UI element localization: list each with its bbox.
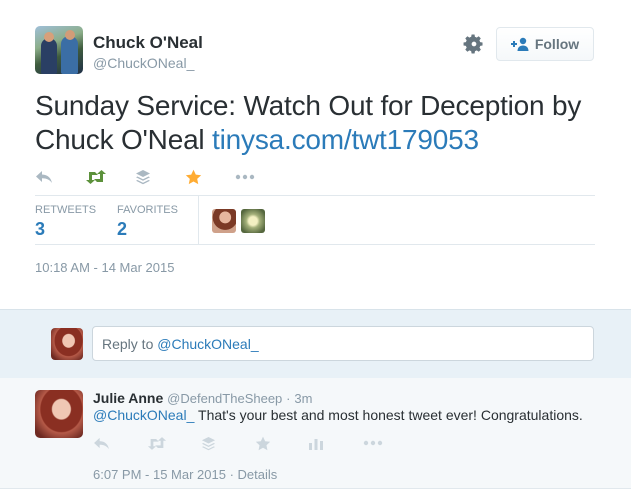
favorites-count: 2 bbox=[117, 219, 128, 239]
retweets-count: 3 bbox=[35, 219, 46, 239]
favorite-star-icon bbox=[255, 436, 271, 450]
reply-body: That's your best and most honest tweet e… bbox=[194, 407, 583, 423]
author-fullname[interactable]: Chuck O'Neal bbox=[93, 33, 203, 53]
author-username[interactable]: @ChuckONeal_ bbox=[93, 55, 194, 71]
reply-icon bbox=[94, 437, 109, 449]
reply-text: @ChuckONeal_ That's your best and most h… bbox=[93, 407, 583, 423]
favoriter-avatar[interactable] bbox=[241, 209, 265, 233]
reply-box: Reply to @ChuckONeal_ bbox=[0, 309, 631, 379]
follow-label: Follow bbox=[534, 36, 580, 52]
favorite-action[interactable] bbox=[185, 166, 235, 188]
favorites-stat[interactable]: FAVORITES 2 bbox=[117, 204, 178, 240]
more-icon bbox=[363, 440, 383, 446]
favorite-star-icon bbox=[185, 169, 202, 185]
reply-author-username[interactable]: @DefendTheSheep bbox=[167, 391, 282, 406]
author-avatar[interactable] bbox=[35, 26, 83, 74]
tweet-actions bbox=[35, 166, 285, 188]
reply-time[interactable]: 3m bbox=[294, 391, 312, 406]
reply-stats-action[interactable] bbox=[309, 433, 363, 453]
reply-author-name[interactable]: Julie Anne bbox=[93, 390, 163, 406]
stats-divider bbox=[198, 196, 199, 244]
current-user-avatar bbox=[51, 328, 83, 360]
gear-icon[interactable] bbox=[463, 33, 485, 55]
tweet-link[interactable]: tinysa.com/twt179053 bbox=[212, 124, 479, 155]
follow-button[interactable]: Follow bbox=[496, 27, 594, 61]
buffer-icon bbox=[136, 170, 150, 185]
retweets-label: RETWEETS bbox=[35, 204, 97, 216]
buffer-icon bbox=[201, 436, 216, 450]
retweet-icon bbox=[147, 436, 167, 450]
more-action[interactable] bbox=[235, 166, 285, 188]
reply-header: Julie Anne @DefendTheSheep · 3m bbox=[93, 390, 312, 406]
reply-actions bbox=[93, 433, 417, 453]
more-icon bbox=[235, 174, 255, 180]
retweet-icon bbox=[86, 170, 106, 184]
tweet-text: Sunday Service: Watch Out for Deception … bbox=[35, 89, 605, 157]
favoriter-avatar[interactable] bbox=[212, 209, 236, 233]
reply-separator: · bbox=[286, 391, 291, 406]
favorites-label: FAVORITES bbox=[117, 204, 178, 216]
follow-user-icon bbox=[510, 37, 529, 51]
reply-icon bbox=[36, 171, 52, 183]
reply-reply-action[interactable] bbox=[93, 433, 147, 453]
reply-placeholder-mention: @ChuckONeal_ bbox=[157, 336, 259, 352]
reply-input[interactable]: Reply to @ChuckONeal_ bbox=[92, 326, 594, 361]
stats-bottom-divider bbox=[35, 244, 595, 245]
retweets-stat[interactable]: RETWEETS 3 bbox=[35, 204, 96, 240]
reply-action[interactable] bbox=[35, 166, 85, 188]
tweet-timestamp[interactable]: 10:18 AM - 14 Mar 2015 bbox=[35, 260, 174, 275]
stats-top-divider bbox=[35, 195, 595, 196]
reply-buffer-action[interactable] bbox=[201, 433, 255, 453]
reply-author-avatar[interactable] bbox=[35, 390, 83, 438]
reply-favorite-action[interactable] bbox=[255, 433, 309, 453]
reply-more-action[interactable] bbox=[363, 433, 417, 453]
stats-icon bbox=[309, 438, 323, 450]
retweet-action[interactable] bbox=[85, 166, 135, 188]
reply-tweet: Julie Anne @DefendTheSheep · 3m @ChuckON… bbox=[0, 378, 631, 489]
reply-placeholder-prefix: Reply to bbox=[102, 336, 158, 352]
reply-footer[interactable]: 6:07 PM - 15 Mar 2015 · Details bbox=[93, 467, 277, 482]
buffer-action[interactable] bbox=[135, 166, 185, 188]
reply-mention[interactable]: @ChuckONeal_ bbox=[93, 407, 194, 423]
reply-retweet-action[interactable] bbox=[147, 433, 201, 453]
